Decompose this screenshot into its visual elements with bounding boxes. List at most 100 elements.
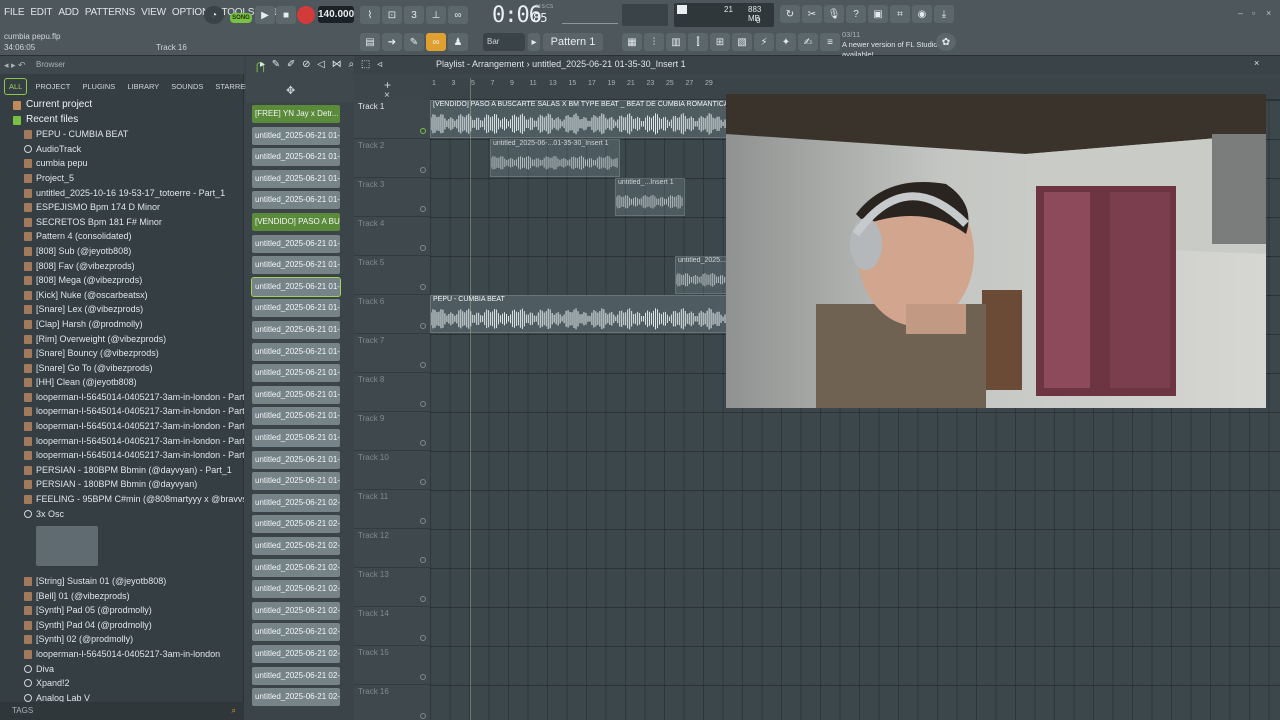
arrow-right-icon[interactable]: ➜ xyxy=(382,33,402,51)
browser-icon[interactable]: ▧ xyxy=(732,33,752,51)
pattern-clip-item[interactable]: untitled_2025-06-21 01-... xyxy=(252,385,340,404)
clock-icon[interactable]: ◔ xyxy=(204,6,224,24)
browser-item[interactable]: Recent files xyxy=(0,113,244,128)
pattern-clip-item[interactable]: untitled_2025-06-21 02-... xyxy=(252,558,340,577)
browser-item[interactable]: [Snare] Bouncy (@vibezprods) xyxy=(0,346,244,361)
browser-item[interactable]: looperman-l-5645014-0405217-3am-in-londo… xyxy=(0,647,244,662)
playlist-close-icon[interactable]: × xyxy=(1254,58,1259,68)
track-mute-icon[interactable] xyxy=(420,479,426,485)
track-mute-icon[interactable] xyxy=(420,440,426,446)
track-mute-icon[interactable] xyxy=(420,596,426,602)
browser-item[interactable]: cumbia pepu xyxy=(0,156,244,171)
browser-item[interactable]: looperman-l-5645014-0405217-3am-in-londo… xyxy=(0,434,244,449)
playlist-breadcrumb[interactable]: untitled_2025-06-21 01-35-30_Insert 1 xyxy=(532,59,686,69)
track-header[interactable]: Track 13 xyxy=(354,568,430,607)
track-header[interactable]: Track 6 xyxy=(354,295,430,334)
browser-item[interactable]: looperman-l-5645014-0405217-3am-in-londo… xyxy=(0,448,244,463)
track-header[interactable]: Track 7 xyxy=(354,334,430,373)
piano-roll-view-icon[interactable]: ▥ xyxy=(666,33,686,51)
track-header[interactable]: Track 10 xyxy=(354,451,430,490)
pattern-clip-item[interactable]: untitled_2025-06-21 02-... xyxy=(252,515,340,534)
track-mute-icon[interactable] xyxy=(420,635,426,641)
track-mute-icon[interactable] xyxy=(420,245,426,251)
browser-item[interactable]: ESPEJISMO Bpm 174 D Minor xyxy=(0,200,244,215)
song-mode-toggle[interactable]: SONG xyxy=(230,13,252,23)
tags-bar[interactable]: TAGS ⌕ xyxy=(0,702,244,720)
pattern-clip-item[interactable]: untitled_2025-06-21 02-... xyxy=(252,688,340,707)
track-mute-icon[interactable] xyxy=(420,167,426,173)
brush-icon[interactable]: ✍ xyxy=(798,33,818,51)
browser-item[interactable]: [HH] Clean (@jeyotb808) xyxy=(0,375,244,390)
browser-item[interactable]: [String] Sustain 01 (@jeyotb808) xyxy=(0,574,244,589)
fl-logo-icon[interactable]: ✿ xyxy=(936,33,956,51)
wait-input-icon[interactable]: ⊡ xyxy=(382,6,402,24)
track-header[interactable]: Track 9 xyxy=(354,412,430,451)
browser-item[interactable]: Diva xyxy=(0,662,244,677)
link-icon[interactable]: ∞ xyxy=(426,33,446,51)
channel-settings-icon[interactable]: ⊞ xyxy=(710,33,730,51)
track-mute-icon[interactable] xyxy=(420,128,426,134)
playhead[interactable] xyxy=(470,78,471,720)
browser-item[interactable]: [808] Sub (@jeyotb808) xyxy=(0,244,244,259)
plugin-icon[interactable]: ⚡ xyxy=(754,33,774,51)
browser-item[interactable]: Project_5 xyxy=(0,171,244,186)
track-header[interactable]: Track 3 xyxy=(354,178,430,217)
pattern-clip-item[interactable]: untitled_2025-06-21 02-... xyxy=(252,537,340,555)
pattern-clip-item[interactable]: untitled_2025-06-21 01-... xyxy=(252,472,340,491)
menu-patterns[interactable]: PATTERNS xyxy=(85,7,135,18)
search-icon[interactable]: ⌕ xyxy=(232,702,236,720)
browser-item[interactable]: AudioTrack xyxy=(0,142,244,157)
download-icon[interactable]: ⤓ xyxy=(934,5,954,23)
track-mute-icon[interactable] xyxy=(420,674,426,680)
browser-nav-icons[interactable]: ◂ ▸ ↶ xyxy=(4,60,26,71)
pattern-clip-item[interactable]: untitled_2025-06-21 01-... xyxy=(252,321,340,339)
browser-item[interactable]: [Synth] 02 (@prodmolly) xyxy=(0,632,244,647)
pattern-clip-item[interactable]: untitled_2025-06-21 01-... xyxy=(252,429,340,447)
browser-item[interactable]: 3x Osc xyxy=(0,507,244,522)
browser-tab-all[interactable]: ALL xyxy=(4,77,28,95)
track-header[interactable]: Track 14 xyxy=(354,607,430,646)
pattern-clip-item[interactable]: untitled_2025-06-21 01-... xyxy=(252,450,340,469)
browser-item[interactable]: looperman-l-5645014-0405217-3am-in-londo… xyxy=(0,419,244,434)
track-header[interactable]: Track 5 xyxy=(354,256,430,295)
audio-clip[interactable]: untitled_...Insert 1 xyxy=(615,178,685,216)
cut-icon[interactable]: ✂ xyxy=(802,5,822,23)
track-header[interactable]: Track 11 xyxy=(354,490,430,529)
minimize-icon[interactable]: – xyxy=(1238,8,1250,18)
track-mute-icon[interactable] xyxy=(420,323,426,329)
browser-item[interactable]: [Synth] Pad 05 (@prodmolly) xyxy=(0,603,244,618)
menu-add[interactable]: ADD xyxy=(58,7,79,18)
stamp-icon[interactable]: ♟ xyxy=(448,33,468,51)
pattern-clip-item[interactable]: untitled_2025-06-21 01-... xyxy=(252,148,340,167)
pattern-clip-item[interactable]: untitled_2025-06-21 01-... xyxy=(252,191,340,210)
pattern-clip-item[interactable]: untitled_2025-06-21 01-... xyxy=(252,234,340,253)
pattern-clip-item[interactable]: untitled_2025-06-21 01-... xyxy=(252,364,340,383)
browser-item[interactable]: PERSIAN - 180BPM Bbmin (@dayvyan) xyxy=(0,477,244,492)
stop-button[interactable]: ■ xyxy=(276,6,296,24)
pattern-clip-item[interactable]: untitled_2025-06-21 01-... xyxy=(252,407,340,426)
audio-clip[interactable]: [VENDIDO] PASO A BUSCARTE SALAS X BM TYP… xyxy=(430,100,730,138)
browser-item[interactable]: looperman-l-5645014-0405217-3am-in-londo… xyxy=(0,404,244,419)
pattern-selector[interactable]: Pattern 1 xyxy=(543,33,603,51)
track-mute-icon[interactable] xyxy=(420,206,426,212)
browser-item[interactable]: [Kick] Nuke (@oscarbeatsx) xyxy=(0,288,244,303)
browser-item[interactable]: Xpand!2 xyxy=(0,676,244,691)
help-icon[interactable]: ? xyxy=(846,5,866,23)
track-mute-icon[interactable] xyxy=(420,713,426,719)
browser-item[interactable]: untitled_2025-10-16 19-53-17_totoerre - … xyxy=(0,186,244,201)
menu-icon[interactable]: ≡ xyxy=(820,33,840,51)
pattern-clip-item[interactable]: untitled_2025-06-21 01-... xyxy=(251,276,341,297)
track-header[interactable]: Track 2 xyxy=(354,139,430,178)
loop-record-icon[interactable]: ∞ xyxy=(448,6,468,24)
pattern-clip-item[interactable]: [FREE] YN Jay x Detr... xyxy=(252,105,340,123)
pattern-clip-item[interactable]: untitled_2025-06-21 02-... xyxy=(252,645,340,663)
browser-item[interactable]: [808] Fav (@vibezprods) xyxy=(0,259,244,274)
pattern-clip-item[interactable]: [VENDIDO] PASO A BU... xyxy=(252,213,340,231)
chat-icon[interactable]: ◉ xyxy=(912,5,932,23)
piano-roll-icon[interactable]: ▤ xyxy=(360,33,380,51)
mixer-icon[interactable]: ⫿ xyxy=(688,33,708,51)
browser-item[interactable]: [Snare] Go To (@vibezprods) xyxy=(0,361,244,376)
midi-icon[interactable]: ⌗ xyxy=(890,5,910,23)
pattern-clip-item[interactable]: untitled_2025-06-21 02-... xyxy=(252,601,340,620)
browser-tab-project[interactable]: PROJECT xyxy=(31,79,74,94)
